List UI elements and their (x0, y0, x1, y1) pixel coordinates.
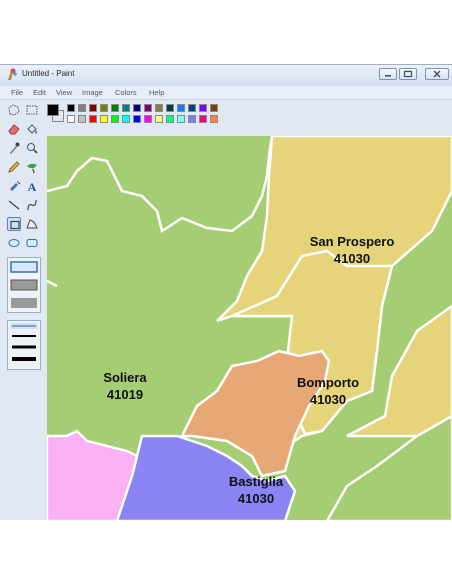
palette-swatch[interactable] (111, 115, 119, 123)
menu-bar: File Edit View Image Colors Help (0, 86, 452, 100)
palette-swatch[interactable] (166, 104, 174, 112)
palette-swatch[interactable] (177, 104, 185, 112)
palette-swatch[interactable] (210, 115, 218, 123)
bomporto-code: 41030 (310, 392, 346, 407)
bomporto-name: Bomporto (297, 375, 359, 390)
palette-swatch[interactable] (122, 115, 130, 123)
rectangle-select-icon[interactable] (25, 103, 39, 117)
palette-swatch[interactable] (89, 104, 97, 112)
palette-swatch[interactable] (78, 104, 86, 112)
palette-swatch[interactable] (188, 115, 196, 123)
line-width-panel (7, 320, 41, 370)
palette-swatch[interactable] (67, 115, 75, 123)
menu-file[interactable]: File (11, 88, 23, 97)
palette-swatch[interactable] (210, 104, 218, 112)
text-icon[interactable]: A (25, 179, 39, 193)
foreground-color-swatch[interactable] (47, 104, 59, 116)
palette-swatch[interactable] (100, 104, 108, 112)
palette-swatch[interactable] (155, 115, 163, 123)
palette-swatch[interactable] (133, 115, 141, 123)
menu-colors[interactable]: Colors (115, 88, 137, 97)
san-prospero-code: 41030 (334, 251, 370, 266)
curve-icon[interactable] (25, 198, 39, 212)
palette-swatch[interactable] (111, 104, 119, 112)
palette-swatch[interactable] (133, 104, 141, 112)
ellipse-icon[interactable] (7, 236, 21, 250)
window-title: Untitled - Paint (22, 69, 75, 78)
fill-solid-option[interactable] (11, 298, 37, 308)
svg-text:A: A (28, 180, 37, 193)
palette-swatch[interactable] (122, 104, 130, 112)
magnifier-icon[interactable] (25, 141, 39, 155)
palette-swatch[interactable] (166, 115, 174, 123)
paint-app-icon[interactable] (6, 68, 18, 82)
palette-swatch[interactable] (155, 104, 163, 112)
eraser-icon[interactable] (7, 122, 21, 136)
bastiglia-name: Bastiglia (229, 474, 284, 489)
palette-swatch[interactable] (177, 115, 185, 123)
palette-swatch[interactable] (89, 115, 97, 123)
palette-swatch[interactable] (78, 115, 86, 123)
color-palette (47, 101, 227, 129)
close-button[interactable] (425, 68, 449, 80)
menu-view[interactable]: View (56, 88, 72, 97)
bastiglia-code: 41030 (238, 491, 274, 506)
free-form-select-icon[interactable] (7, 103, 21, 117)
drawing-canvas[interactable]: San Prospero 41030 Soliera 41019 Bomport… (47, 136, 452, 520)
fill-both-option[interactable] (10, 279, 38, 291)
pencil-icon[interactable] (7, 160, 21, 174)
palette-swatch[interactable] (188, 104, 196, 112)
line-icon[interactable] (7, 198, 21, 212)
palette-swatch[interactable] (199, 115, 207, 123)
brush-icon[interactable] (25, 160, 39, 174)
menu-help[interactable]: Help (149, 88, 164, 97)
airbrush-icon[interactable] (7, 179, 21, 193)
palette-swatch[interactable] (144, 115, 152, 123)
fill-style-panel (7, 257, 41, 313)
color-picker-icon[interactable] (7, 141, 21, 155)
palette-swatch[interactable] (67, 104, 75, 112)
soliera-name: Soliera (103, 370, 147, 385)
paint-window: Untitled - Paint File Edit View Image Co… (0, 64, 452, 520)
palette-swatch[interactable] (199, 104, 207, 112)
title-bar[interactable]: Untitled - Paint (0, 65, 452, 86)
menu-image[interactable]: Image (82, 88, 103, 97)
san-prospero-name: San Prospero (310, 234, 395, 249)
menu-edit[interactable]: Edit (33, 88, 46, 97)
rounded-rectangle-icon[interactable] (25, 236, 39, 250)
toolbox: A (4, 101, 46, 520)
rectangle-icon[interactable] (7, 217, 21, 231)
fill-bucket-icon[interactable] (25, 122, 39, 136)
polygon-icon[interactable] (25, 217, 39, 231)
maximize-button[interactable] (399, 68, 417, 80)
current-colors[interactable] (47, 103, 64, 123)
minimize-button[interactable] (379, 68, 397, 80)
palette-swatch[interactable] (100, 115, 108, 123)
palette-swatch[interactable] (144, 104, 152, 112)
soliera-code: 41019 (107, 387, 143, 402)
fill-outline-option[interactable] (10, 261, 38, 273)
